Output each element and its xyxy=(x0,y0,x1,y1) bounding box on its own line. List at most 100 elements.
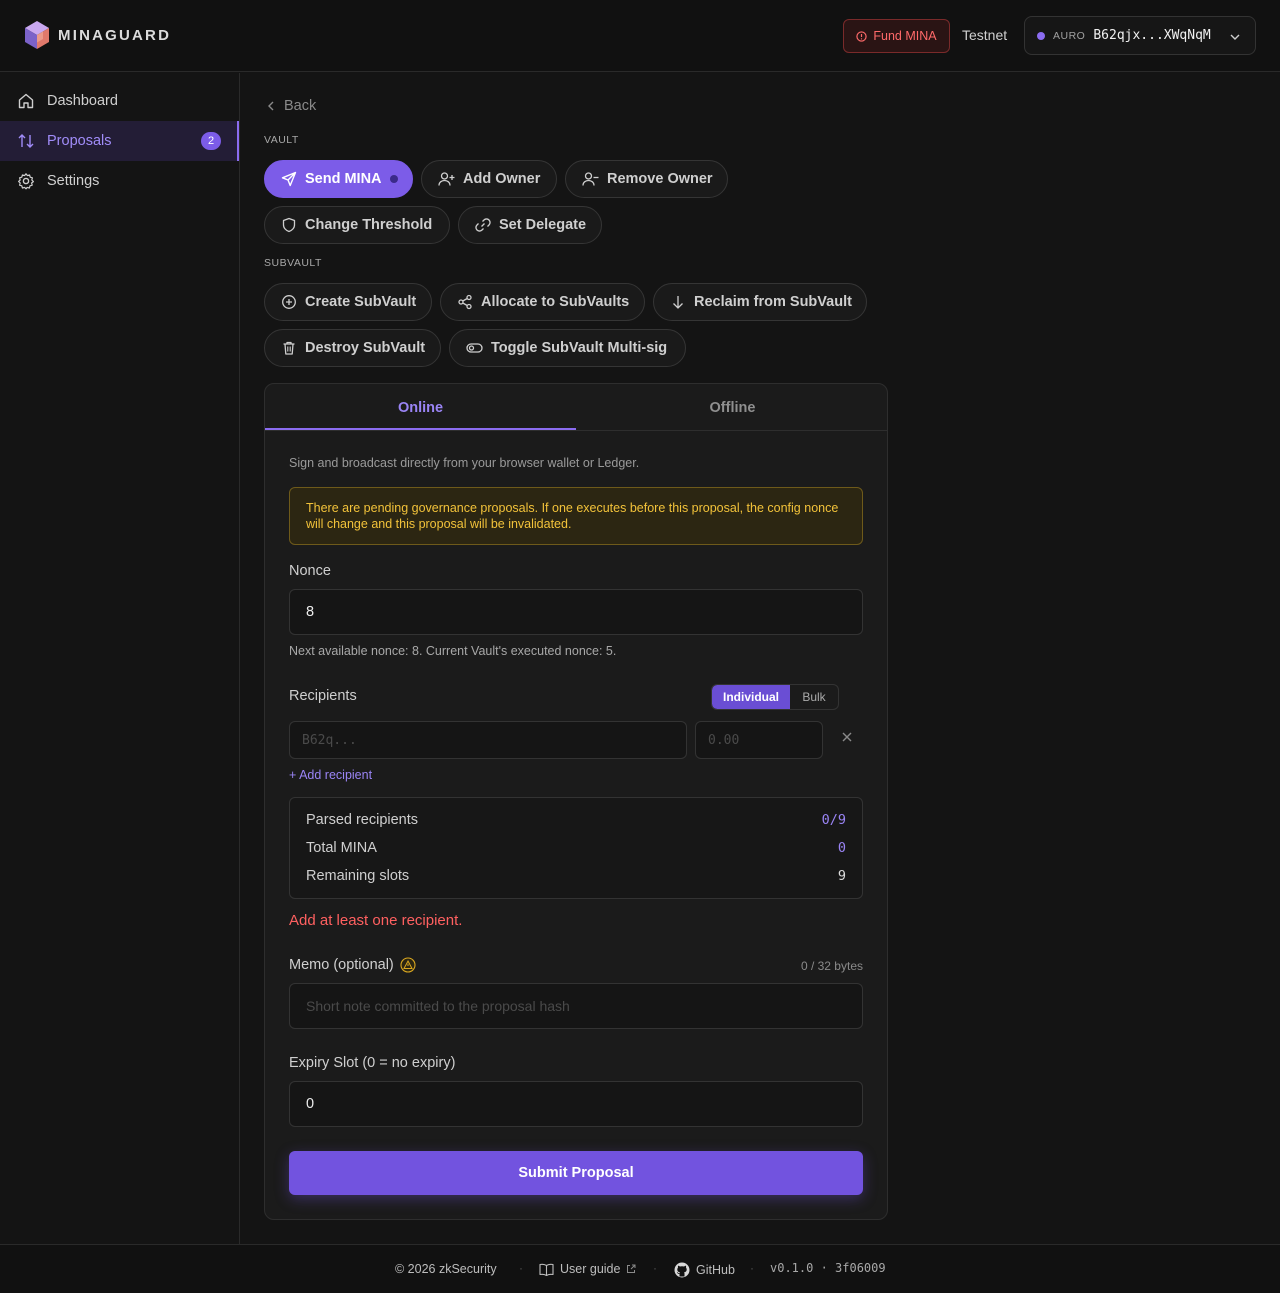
app-header: MINAGUARD Fund MINA Testnet AURO B62qjx.… xyxy=(0,0,1280,72)
trash-icon xyxy=(281,340,297,356)
proposal-form-card: Online Offline Sign and broadcast direct… xyxy=(264,383,888,1220)
sidebar: Dashboard Proposals 2 Settings xyxy=(0,73,240,1244)
proposals-count-badge: 2 xyxy=(201,132,221,150)
reclaim-subvault-button[interactable]: Reclaim from SubVault xyxy=(653,283,867,321)
footer-separator: · xyxy=(519,1261,523,1275)
tab-online[interactable]: Online xyxy=(265,384,576,431)
nonce-label: Nonce xyxy=(289,563,331,579)
user-guide-link[interactable]: User guide xyxy=(539,1262,636,1276)
create-subvault-button[interactable]: Create SubVault xyxy=(264,283,432,321)
recipients-mode-toggle: Individual Bulk xyxy=(711,684,839,710)
nonce-hint: Next available nonce: 8. Current Vault's… xyxy=(289,644,617,658)
footer-separator: · xyxy=(750,1261,754,1275)
user-minus-icon xyxy=(582,171,599,187)
alert-circle-icon xyxy=(856,30,868,42)
create-subvault-label: Create SubVault xyxy=(305,294,417,310)
memo-input[interactable]: Short note committed to the proposal has… xyxy=(289,983,863,1029)
set-delegate-button[interactable]: Set Delegate xyxy=(458,206,602,244)
add-owner-label: Add Owner xyxy=(463,171,541,187)
form-description: Sign and broadcast directly from your br… xyxy=(289,456,640,470)
summary-row: Total MINA 0 xyxy=(306,840,846,856)
mode-bulk-button[interactable]: Bulk xyxy=(790,685,838,709)
expiry-label: Expiry Slot (0 = no expiry) xyxy=(289,1055,456,1071)
add-owner-button[interactable]: Add Owner xyxy=(421,160,557,198)
wallet-selector[interactable]: AURO B62qjx...XWqNqM xyxy=(1024,16,1256,55)
remove-owner-label: Remove Owner xyxy=(607,171,713,187)
change-threshold-button[interactable]: Change Threshold xyxy=(264,206,450,244)
subvault-section-label: SUBVAULT xyxy=(264,257,322,269)
active-tab-indicator xyxy=(265,428,576,430)
close-icon xyxy=(841,731,853,743)
fund-mina-label: Fund MINA xyxy=(873,29,937,43)
summary-value: 9 xyxy=(837,868,846,884)
share-icon xyxy=(457,294,473,310)
summary-value: 0 xyxy=(837,840,846,856)
allocate-subvaults-button[interactable]: Allocate to SubVaults xyxy=(440,283,645,321)
external-link-icon xyxy=(626,1264,636,1274)
summary-label: Remaining slots xyxy=(306,868,410,884)
gear-icon xyxy=(17,172,35,190)
remove-recipient-button[interactable] xyxy=(841,731,853,743)
send-mina-button[interactable]: Send MINA xyxy=(264,160,413,198)
home-icon xyxy=(17,92,35,110)
wallet-address: B62qjx...XWqNqM xyxy=(1093,28,1211,43)
user-guide-label: User guide xyxy=(560,1262,621,1276)
warning-icon[interactable] xyxy=(400,957,416,973)
summary-value: 0/9 xyxy=(821,812,846,828)
add-recipient-link[interactable]: + Add recipient xyxy=(289,768,372,782)
recipient-amount-input[interactable]: 0.00 xyxy=(695,721,823,759)
reclaim-subvault-label: Reclaim from SubVault xyxy=(694,294,852,310)
github-label: GitHub xyxy=(696,1263,735,1277)
allocate-subvaults-label: Allocate to SubVaults xyxy=(481,294,630,310)
link-icon xyxy=(475,217,491,233)
arrow-down-icon xyxy=(670,294,686,310)
chevron-down-icon xyxy=(1229,31,1241,43)
github-icon xyxy=(674,1262,690,1278)
github-link[interactable]: GitHub xyxy=(674,1262,735,1278)
sidebar-item-dashboard[interactable]: Dashboard xyxy=(0,81,239,121)
sidebar-item-label: Proposals xyxy=(47,133,112,149)
tab-offline[interactable]: Offline xyxy=(577,384,887,431)
memo-label: Memo (optional) xyxy=(289,957,394,973)
wallet-provider: AURO xyxy=(1053,29,1086,42)
mode-individual-button[interactable]: Individual xyxy=(712,685,790,709)
nonce-input[interactable]: 8 xyxy=(289,589,863,635)
destroy-subvault-button[interactable]: Destroy SubVault xyxy=(264,329,441,367)
summary-row: Parsed recipients 0/9 xyxy=(306,812,846,828)
user-plus-icon xyxy=(438,171,455,187)
tab-divider xyxy=(265,430,887,431)
back-link[interactable]: Back xyxy=(266,98,316,114)
change-threshold-label: Change Threshold xyxy=(305,217,433,233)
summary-row: Remaining slots 9 xyxy=(306,868,846,884)
brand-logo[interactable]: MINAGUARD xyxy=(24,20,171,50)
destroy-subvault-label: Destroy SubVault xyxy=(305,340,426,356)
remove-owner-button[interactable]: Remove Owner xyxy=(565,160,728,198)
wallet-status-dot xyxy=(1037,31,1045,40)
expiry-input[interactable]: 0 xyxy=(289,1081,863,1127)
active-indicator-dot xyxy=(389,175,398,183)
shield-icon xyxy=(281,217,297,233)
set-delegate-label: Set Delegate xyxy=(499,217,587,233)
sidebar-item-proposals[interactable]: Proposals 2 xyxy=(0,121,239,161)
memo-byte-counter: 0 / 32 bytes xyxy=(800,959,863,973)
submit-proposal-button[interactable]: Submit Proposal xyxy=(289,1151,863,1195)
cube-logo-icon xyxy=(24,20,50,50)
arrows-icon xyxy=(17,132,35,150)
toggle-icon xyxy=(466,340,483,356)
book-icon xyxy=(539,1263,554,1276)
version-label: v0.1.0 · 3f06009 xyxy=(770,1261,886,1275)
memo-label-row: Memo (optional) xyxy=(289,957,416,973)
app-footer: © 2026 zkSecurity · User guide · GitHub … xyxy=(0,1244,1280,1293)
fund-mina-button[interactable]: Fund MINA xyxy=(843,19,950,53)
sidebar-item-settings[interactable]: Settings xyxy=(0,161,239,201)
recipients-error: Add at least one recipient. xyxy=(289,912,463,929)
plus-circle-icon xyxy=(281,294,297,310)
recipients-summary: Parsed recipients 0/9 Total MINA 0 Remai… xyxy=(289,797,863,899)
sidebar-item-label: Dashboard xyxy=(47,93,118,109)
footer-separator: · xyxy=(653,1261,657,1275)
summary-label: Total MINA xyxy=(306,840,377,856)
toggle-multisig-button[interactable]: Toggle SubVault Multi-sig xyxy=(449,329,686,367)
send-icon xyxy=(281,171,297,187)
recipient-address-input[interactable]: B62q... xyxy=(289,721,687,759)
chevron-left-icon xyxy=(266,100,276,112)
